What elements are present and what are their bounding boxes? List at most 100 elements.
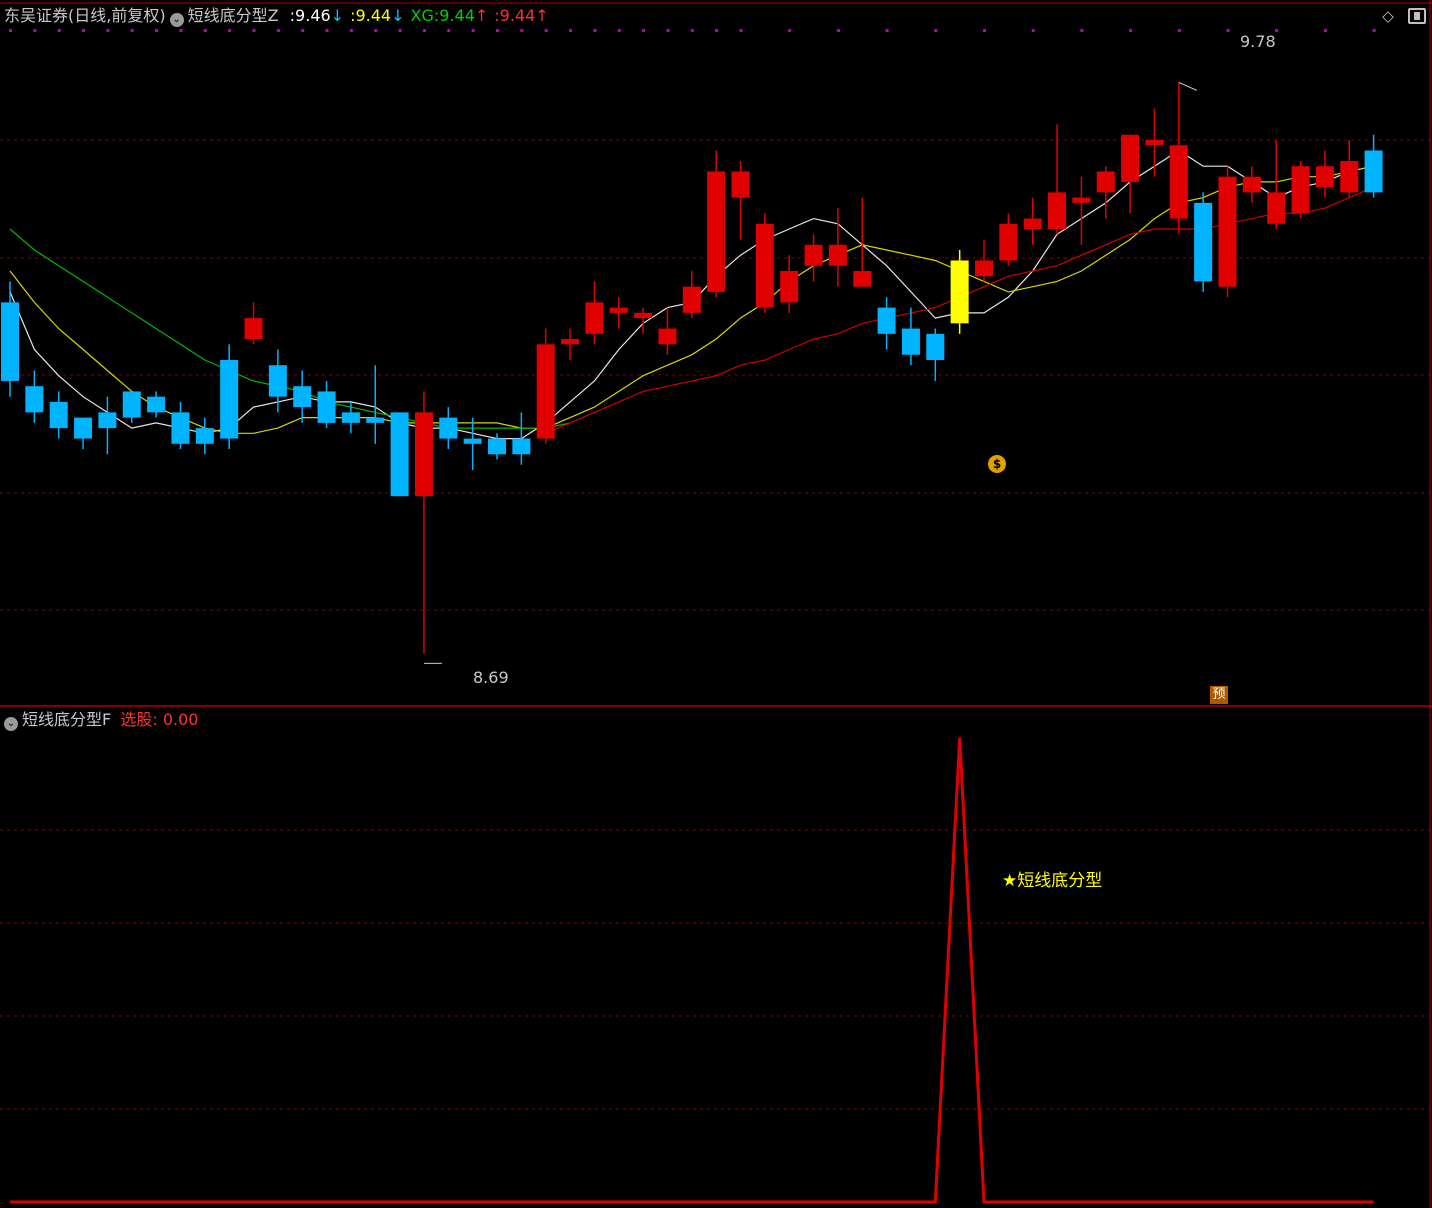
chevron-down-icon[interactable]: ⌄: [4, 717, 18, 731]
candle-body: [1340, 160, 1359, 193]
maximize-icon[interactable]: [1408, 8, 1426, 24]
marker-dot: [82, 29, 86, 32]
marker-dot: [983, 29, 986, 32]
candle-body: [804, 244, 823, 266]
candle-body: [244, 318, 263, 340]
marker-dot: [642, 29, 646, 32]
candle-body: [1267, 192, 1286, 224]
candle-body: [122, 391, 141, 418]
candle-body: [877, 307, 896, 334]
candle-body: [585, 302, 604, 334]
marker-dot: [617, 29, 621, 32]
candle-body: [195, 428, 214, 444]
arrow-down-icon: ↓: [330, 6, 345, 25]
period-label: (日线,前复权): [68, 6, 166, 25]
candle-body: [293, 386, 312, 408]
sub-indicator-name[interactable]: 短线底分型F: [22, 710, 111, 729]
main-header: 东吴证券(日线,前复权) ⌄ 短线底分型Z :9.46↓:9.44↓ XG:9.44↑…: [4, 7, 549, 27]
marker-dot: [155, 29, 159, 32]
chevron-down-icon[interactable]: ⌄: [169, 13, 184, 27]
candle-body: [1169, 145, 1188, 219]
ma-line-ma20: [9, 228, 571, 429]
candle-body: [853, 270, 872, 287]
candle-body: [1121, 134, 1140, 182]
marker-dot: [1129, 29, 1133, 32]
marker-dot: [447, 29, 451, 32]
diamond-icon[interactable]: ◇: [1380, 8, 1396, 24]
candle-body: [1291, 166, 1310, 214]
candle-body: [609, 307, 628, 313]
marker-dot: [130, 29, 134, 32]
candle-body: [1096, 171, 1115, 193]
header-value-3: :9.44: [494, 6, 536, 25]
marker-dot: [788, 29, 792, 32]
candle-body: [341, 412, 360, 423]
candle-body: [682, 286, 701, 313]
header-value-0: :9.46: [289, 6, 331, 25]
marker-dot: [57, 29, 61, 32]
marker-dot: [325, 29, 329, 32]
marker-dot: [1080, 29, 1084, 32]
marker-dot: [1372, 29, 1376, 32]
marker-dot: [203, 29, 207, 32]
marker-dot: [1031, 29, 1035, 32]
marker-dot: [569, 29, 573, 32]
xg-signal-line: [10, 737, 1374, 1204]
marker-dot: [9, 29, 12, 32]
high-price-label: 9.78: [1240, 32, 1276, 51]
candle-body: [536, 344, 555, 439]
candle-body: [147, 396, 166, 413]
candle-body: [901, 328, 920, 355]
candle-body: [512, 438, 531, 455]
arrow-up-icon: ↑: [474, 6, 489, 25]
marker-dot: [374, 29, 378, 32]
marker-dot: [252, 29, 256, 32]
chart-canvas[interactable]: [0, 0, 1432, 1208]
candle-body: [171, 412, 190, 444]
candle-body: [1145, 140, 1164, 146]
candle-body: [414, 412, 433, 497]
header-value-1: :9.44: [350, 6, 392, 25]
marker-dot: [715, 29, 719, 32]
marker-dot: [885, 29, 889, 32]
marker-dot: [276, 29, 280, 32]
candle-body: [926, 333, 945, 360]
candle-body: [828, 244, 847, 266]
candle-body: [74, 417, 93, 439]
marker-dot: [690, 29, 694, 32]
xg-value: 0.00: [162, 710, 199, 729]
marker-dot: [739, 29, 743, 32]
marker-dot: [836, 29, 840, 32]
candle-body: [1218, 176, 1237, 287]
arrow-up-icon: ↑: [535, 6, 549, 25]
marker-dot: [301, 29, 305, 32]
broker-name: 东吴证券: [4, 6, 69, 25]
candle-body: [731, 171, 750, 198]
candle-body: [488, 438, 506, 455]
candle-body: [561, 339, 580, 345]
marker-dot: [496, 29, 499, 32]
marker-dot: [33, 29, 37, 32]
sub-header: ⌄ 短线底分型F 选股: 0.00: [2, 711, 198, 731]
candle-body: [950, 260, 969, 324]
marker-dot: [1275, 29, 1279, 32]
candle-body: [390, 412, 409, 497]
signal-text: 短线底分型: [1017, 871, 1103, 891]
candle-body: [317, 391, 336, 423]
candle-body: [439, 417, 458, 439]
candle-body: [1364, 150, 1383, 193]
marker-dot: [934, 29, 938, 32]
candle-body: [268, 365, 287, 397]
candle-body: [1194, 202, 1213, 282]
marker-dot: [1177, 29, 1181, 32]
candle-body: [220, 360, 239, 439]
forecast-badge[interactable]: 预: [1210, 686, 1228, 704]
candle-body: [1023, 218, 1042, 230]
signal-label: ★短线底分型: [1002, 872, 1102, 890]
star-icon: ★: [1002, 871, 1018, 891]
marker-dot: [1323, 29, 1327, 32]
candle-body: [658, 328, 677, 345]
candle-body: [1242, 176, 1261, 193]
money-bag-icon[interactable]: $: [988, 455, 1006, 473]
indicator-name[interactable]: 短线底分型Z: [188, 6, 279, 25]
